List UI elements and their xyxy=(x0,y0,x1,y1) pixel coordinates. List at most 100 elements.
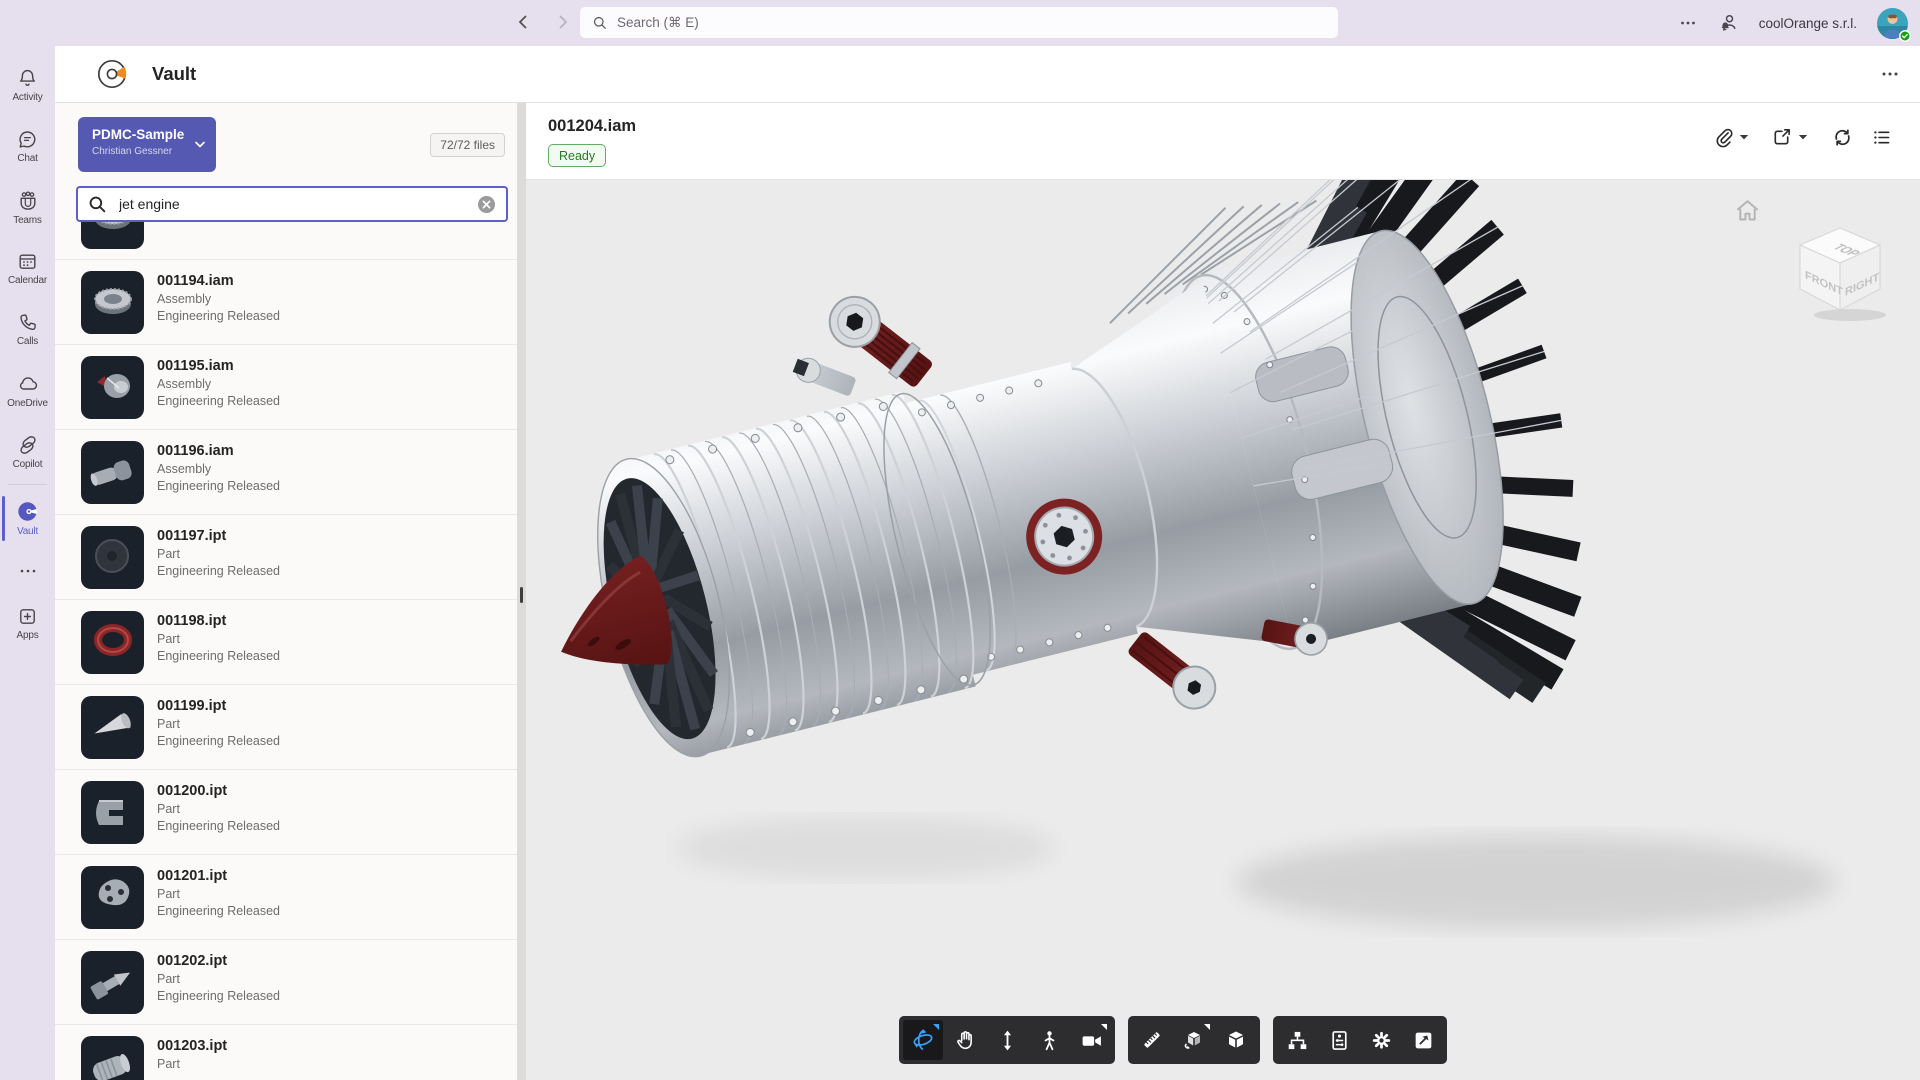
avatar[interactable] xyxy=(1877,8,1908,39)
navigation-tool-group xyxy=(899,1016,1115,1064)
file-type: Assembly xyxy=(157,376,280,393)
file-thumbnail xyxy=(81,696,144,759)
status-badge: Ready xyxy=(548,144,606,167)
resize-grip[interactable] xyxy=(520,587,523,603)
file-state: Engineering Released xyxy=(157,988,280,1005)
file-type: Part xyxy=(157,1056,227,1073)
vault-app: Vault PDMC-Sample Christian Gessner 72/7… xyxy=(55,46,1920,1080)
file-list-item[interactable]: 001201.iptPartEngineering Released xyxy=(55,855,517,940)
camera-button[interactable] xyxy=(1071,1020,1111,1060)
ar-view-button[interactable] xyxy=(1174,1020,1214,1060)
model-browser-button[interactable] xyxy=(1277,1020,1317,1060)
file-thumbnail xyxy=(81,1036,144,1080)
viewer-header: 001204.iam Ready xyxy=(526,103,1920,180)
file-name: 001199.ipt xyxy=(157,696,280,716)
file-name: 001203.ipt xyxy=(157,1036,227,1056)
rail-divider xyxy=(8,484,47,485)
global-search[interactable]: Search (⌘ E) xyxy=(580,7,1338,38)
walk-button[interactable] xyxy=(1029,1020,1069,1060)
apps-icon xyxy=(17,606,38,627)
search-input[interactable] xyxy=(117,195,467,213)
file-type: Assembly xyxy=(157,461,280,478)
rail-more-button[interactable] xyxy=(0,549,55,593)
file-state: Engineering Released xyxy=(157,903,280,920)
file-list-item[interactable]: 001198.iptPartEngineering Released xyxy=(55,600,517,685)
engine-3d-model[interactable] xyxy=(526,180,1920,1080)
search-placeholder: Search (⌘ E) xyxy=(617,15,699,31)
search-icon xyxy=(88,195,107,214)
zoom-button[interactable] xyxy=(987,1020,1027,1060)
file-list-item[interactable]: 001196.iamAssemblyEngineering Released xyxy=(55,430,517,515)
export-dropdown-icon[interactable] xyxy=(1798,134,1808,141)
pan-button[interactable] xyxy=(945,1020,985,1060)
sidebar-item-chat[interactable]: Chat xyxy=(0,116,55,177)
sidebar-item-vault[interactable]: Vault xyxy=(0,488,55,549)
file-meta: 001194.iamAssemblyEngineering Released xyxy=(157,271,280,344)
chevron-down-icon xyxy=(195,141,205,148)
teams-app-rail: Activity Chat Teams Calendar Calls OneDr… xyxy=(0,46,55,1080)
view-cube[interactable]: TOP FRONT RIGHT xyxy=(1792,220,1896,324)
file-list-item[interactable]: 001197.iptPartEngineering Released xyxy=(55,515,517,600)
file-list-item[interactable]: 001200.iptPartEngineering Released xyxy=(55,770,517,855)
page-title: Vault xyxy=(152,63,196,85)
file-state: Engineering Released xyxy=(157,818,280,835)
measure-button[interactable] xyxy=(1132,1020,1172,1060)
forward-arrow[interactable] xyxy=(552,8,574,36)
app-more-icon[interactable] xyxy=(1880,64,1900,84)
file-list: Engineering Released 001194.iamAssemblyEn… xyxy=(55,222,517,1080)
vault-app-header: Vault xyxy=(55,46,1920,103)
model-button[interactable] xyxy=(1216,1020,1256,1060)
settings-tool-group xyxy=(1273,1016,1447,1064)
search-icon xyxy=(592,15,608,31)
file-name: 001195.iam xyxy=(157,356,280,376)
analyze-tool-group xyxy=(1128,1016,1260,1064)
vault-selector-button[interactable]: PDMC-Sample Christian Gessner xyxy=(78,117,216,172)
file-type: Part xyxy=(157,886,280,903)
viewer-canvas[interactable]: TOP FRONT RIGHT xyxy=(526,180,1920,1080)
file-list-item[interactable]: 001203.iptPart xyxy=(55,1025,517,1080)
sidebar-item-apps[interactable]: Apps xyxy=(0,593,55,654)
sidebar-item-activity[interactable]: Activity xyxy=(0,55,55,116)
file-meta: 001203.iptPart xyxy=(157,1036,227,1080)
file-meta: Engineering Released xyxy=(157,222,280,259)
fullscreen-button[interactable] xyxy=(1403,1020,1443,1060)
file-thumbnail xyxy=(81,951,144,1014)
file-state: Engineering Released xyxy=(157,393,280,410)
sidebar-item-teams[interactable]: Teams xyxy=(0,177,55,238)
sidebar-item-copilot[interactable]: Copilot xyxy=(0,421,55,482)
file-title: 001204.iam xyxy=(548,117,636,136)
sidebar-item-calls[interactable]: Calls xyxy=(0,299,55,360)
properties-button[interactable] xyxy=(1319,1020,1359,1060)
viewer-toolbar xyxy=(899,1016,1447,1064)
file-thumbnail xyxy=(81,356,144,419)
attach-icon[interactable] xyxy=(1712,127,1733,148)
file-type: Part xyxy=(157,716,280,733)
file-list-item[interactable]: 001199.iptPartEngineering Released xyxy=(55,685,517,770)
file-meta: 001195.iamAssemblyEngineering Released xyxy=(157,356,280,429)
orbit-button[interactable] xyxy=(903,1020,943,1060)
attach-dropdown-icon[interactable] xyxy=(1739,134,1749,141)
more-icon xyxy=(19,568,37,574)
clear-search-icon[interactable] xyxy=(477,195,496,214)
sidebar-item-onedrive[interactable]: OneDrive xyxy=(0,360,55,421)
back-arrow[interactable] xyxy=(512,8,534,36)
panel-resize-handle[interactable] xyxy=(517,103,526,1080)
active-indicator xyxy=(2,496,5,541)
file-search-box[interactable] xyxy=(76,186,508,222)
sync-icon[interactable] xyxy=(1832,127,1853,148)
list-icon[interactable] xyxy=(1871,127,1892,148)
file-list-item[interactable]: 001202.iptPartEngineering Released xyxy=(55,940,517,1025)
file-list-item[interactable]: 001194.iamAssemblyEngineering Released xyxy=(55,260,517,345)
user-alert-icon[interactable] xyxy=(1717,12,1739,34)
export-icon[interactable] xyxy=(1771,127,1792,148)
file-list-item[interactable]: Engineering Released xyxy=(55,222,517,260)
file-thumbnail xyxy=(81,441,144,504)
file-type: Part xyxy=(157,546,280,563)
file-list-item[interactable]: 001195.iamAssemblyEngineering Released xyxy=(55,345,517,430)
file-meta: 001201.iptPartEngineering Released xyxy=(157,866,280,939)
vault-owner: Christian Gessner xyxy=(92,146,204,157)
home-icon[interactable] xyxy=(1734,197,1761,224)
settings-button[interactable] xyxy=(1361,1020,1401,1060)
more-icon[interactable] xyxy=(1679,14,1697,32)
sidebar-item-calendar[interactable]: Calendar xyxy=(0,238,55,299)
